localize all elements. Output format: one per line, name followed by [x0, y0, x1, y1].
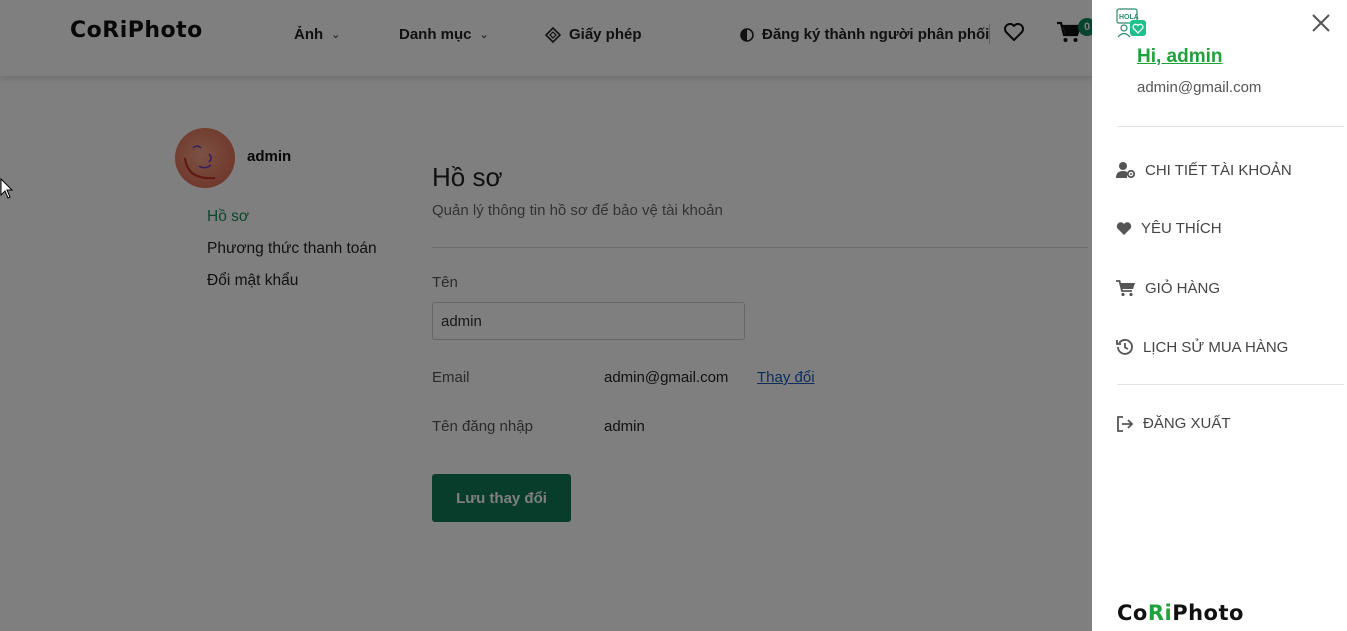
modal-backdrop[interactable]	[0, 0, 1092, 631]
menu-logout[interactable]: ĐĂNG XUẤT	[1116, 415, 1231, 432]
drawer-divider	[1117, 126, 1344, 127]
mouse-cursor-icon	[0, 178, 14, 199]
history-icon	[1116, 339, 1133, 355]
logout-icon	[1117, 415, 1134, 432]
menu-favorites[interactable]: YÊU THÍCH	[1116, 220, 1222, 237]
close-icon[interactable]	[1310, 12, 1332, 34]
drawer-logo-part-1: Co	[1117, 601, 1148, 625]
drawer-email: admin@gmail.com	[1137, 79, 1262, 96]
drawer-divider	[1117, 384, 1344, 385]
menu-cart-label: GIỎ HÀNG	[1145, 279, 1221, 297]
menu-account-details[interactable]: CHI TIẾT TÀI KHOẢN	[1116, 161, 1292, 179]
user-gear-icon	[1116, 162, 1136, 179]
hola-text: HOLA	[1119, 14, 1139, 21]
menu-account-details-label: CHI TIẾT TÀI KHOẢN	[1145, 161, 1292, 179]
heart-icon	[1116, 222, 1132, 235]
cart-icon	[1116, 280, 1135, 297]
account-drawer: HOLA Hi, admin admin@gmail.com CHI TIẾT …	[1092, 0, 1347, 631]
drawer-logo-part-2: Ri	[1147, 601, 1173, 625]
drawer-logo[interactable]: CoRiPhoto	[1117, 601, 1244, 625]
menu-purchase-history[interactable]: LỊCH SỬ MUA HÀNG	[1116, 338, 1288, 356]
menu-favorites-label: YÊU THÍCH	[1141, 220, 1222, 237]
menu-cart[interactable]: GIỎ HÀNG	[1116, 279, 1220, 297]
menu-logout-label: ĐĂNG XUẤT	[1143, 415, 1231, 432]
menu-purchase-history-label: LỊCH SỬ MUA HÀNG	[1143, 338, 1289, 356]
greeting-link[interactable]: Hi, admin	[1137, 46, 1223, 68]
drawer-logo-part-3: Photo	[1172, 601, 1244, 625]
hola-avatar-icon: HOLA	[1116, 8, 1146, 38]
